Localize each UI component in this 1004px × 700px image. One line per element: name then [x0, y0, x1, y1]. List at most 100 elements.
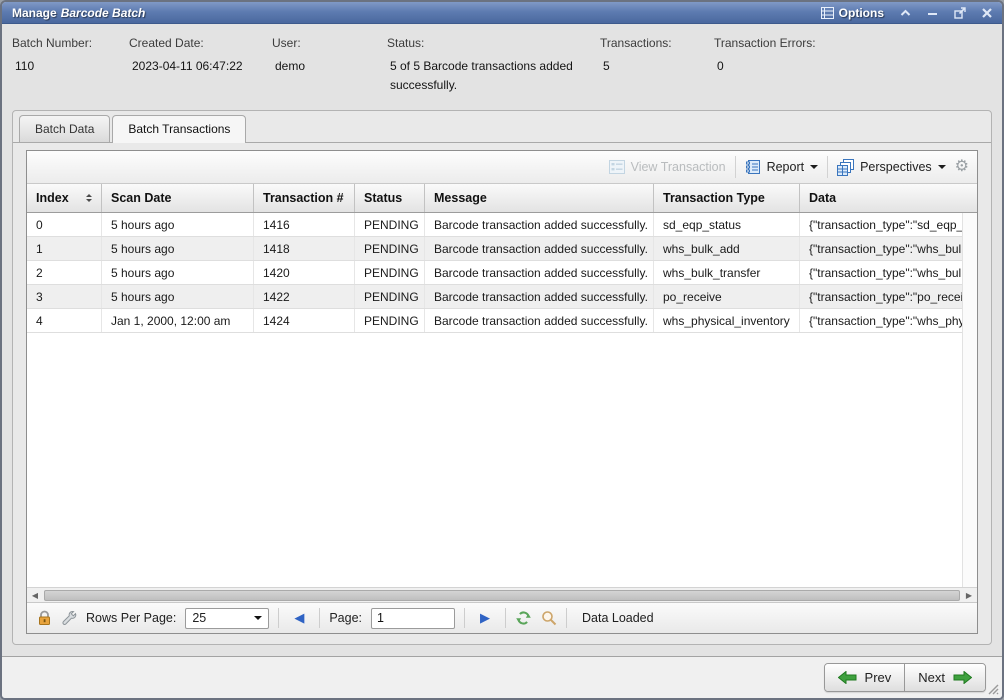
- tab-batch-data[interactable]: Batch Data: [19, 115, 110, 142]
- tab-strip: Batch DataBatch Transactions: [13, 111, 991, 142]
- options-menu-button[interactable]: Options: [821, 6, 884, 20]
- footer-separator: [464, 608, 465, 628]
- table-row[interactable]: 05 hours ago1416PENDINGBarcode transacti…: [27, 213, 962, 237]
- next-arrow-icon: [953, 671, 972, 684]
- table-body: 05 hours ago1416PENDINGBarcode transacti…: [27, 213, 977, 587]
- collapse-button[interactable]: [900, 9, 911, 17]
- rows-per-page-value: 25: [192, 611, 206, 625]
- table-cell: sd_eqp_status: [654, 213, 800, 236]
- report-button[interactable]: Report: [745, 159, 819, 175]
- table-cell: whs_bulk_add: [654, 237, 800, 260]
- table-row[interactable]: 4Jan 1, 2000, 12:00 am1424PENDINGBarcode…: [27, 309, 962, 333]
- next-label: Next: [918, 670, 945, 685]
- vertical-scrollbar[interactable]: [962, 213, 977, 587]
- popout-button[interactable]: [954, 7, 966, 19]
- lock-icon[interactable]: [37, 610, 52, 626]
- header-field-value: demo: [272, 57, 387, 76]
- view-transaction-icon: [609, 160, 625, 174]
- header-field: Batch Number: 110: [12, 36, 129, 110]
- resize-grip[interactable]: [987, 683, 999, 695]
- grid-pagination-bar: Rows Per Page: 25 ◀ Page: ▶: [27, 602, 977, 633]
- column-header-label: Transaction Type: [663, 191, 765, 205]
- header-field-value: 5: [600, 57, 714, 76]
- table-row[interactable]: 25 hours ago1420PENDINGBarcode transacti…: [27, 261, 962, 285]
- header-field: User: demo: [272, 36, 387, 110]
- window-title-emphasis: Barcode Batch: [61, 6, 146, 20]
- table-cell: 4: [27, 309, 102, 332]
- refresh-icon[interactable]: [515, 610, 532, 626]
- table-cell: PENDING: [355, 237, 425, 260]
- footer-separator: [566, 608, 567, 628]
- gear-icon[interactable]: ⚙: [955, 159, 969, 175]
- table-cell: 1424: [254, 309, 355, 332]
- table-cell: po_receive: [654, 285, 800, 308]
- table-row[interactable]: 15 hours ago1418PENDINGBarcode transacti…: [27, 237, 962, 261]
- table-cell: 1418: [254, 237, 355, 260]
- table-cell: 5 hours ago: [102, 261, 254, 284]
- perspectives-icon: [837, 159, 854, 176]
- table-row[interactable]: 35 hours ago1422PENDINGBarcode transacti…: [27, 285, 962, 309]
- minimize-button[interactable]: [927, 9, 938, 17]
- table-body-rows: 05 hours ago1416PENDINGBarcode transacti…: [27, 213, 962, 587]
- header-field-label: Transaction Errors:: [714, 36, 992, 50]
- perspectives-caret-icon: [938, 165, 946, 173]
- table-cell: Barcode transaction added successfully.: [425, 237, 654, 260]
- tab-batch-transactions[interactable]: Batch Transactions: [112, 115, 246, 143]
- horizontal-scrollbar[interactable]: ◀ ▶: [27, 587, 977, 602]
- table-cell: {"transaction_type":"whs_bulk_add: [800, 237, 962, 260]
- footer-separator: [505, 608, 506, 628]
- column-header[interactable]: Scan Date: [102, 184, 254, 212]
- report-label: Report: [767, 160, 805, 174]
- column-header[interactable]: Index: [27, 184, 102, 212]
- wrench-icon[interactable]: [61, 610, 77, 626]
- column-header[interactable]: Transaction #: [254, 184, 355, 212]
- table-cell: 3: [27, 285, 102, 308]
- scroll-left-icon[interactable]: ◀: [27, 591, 43, 600]
- next-page-icon[interactable]: ▶: [474, 610, 496, 626]
- search-icon[interactable]: [541, 610, 557, 626]
- tab-panel: Batch DataBatch Transactions View Trans: [12, 110, 992, 645]
- rows-per-page-select[interactable]: 25: [185, 608, 269, 629]
- column-header[interactable]: Data: [800, 184, 977, 212]
- table-cell: PENDING: [355, 261, 425, 284]
- view-transaction-label: View Transaction: [631, 160, 726, 174]
- view-transaction-button[interactable]: View Transaction: [609, 160, 726, 174]
- column-header-label: Data: [809, 191, 836, 205]
- perspectives-button[interactable]: Perspectives: [837, 159, 946, 176]
- perspectives-label: Perspectives: [860, 160, 932, 174]
- header-field-label: User:: [272, 36, 387, 50]
- popout-icon: [954, 7, 966, 19]
- page-number-input[interactable]: [371, 608, 455, 629]
- table-cell: Barcode transaction added successfully.: [425, 261, 654, 284]
- table-cell: 1422: [254, 285, 355, 308]
- select-chevron-icon: [254, 616, 262, 624]
- transactions-grid: View Transaction Report: [26, 150, 978, 634]
- table-cell: whs_bulk_transfer: [654, 261, 800, 284]
- header-field-value: 2023-04-11 06:47:22: [129, 57, 272, 76]
- table-cell: Barcode transaction added successfully.: [425, 309, 654, 332]
- minimize-icon: [927, 9, 938, 17]
- table-cell: 1416: [254, 213, 355, 236]
- scrollbar-thumb[interactable]: [44, 590, 960, 601]
- previous-page-icon[interactable]: ◀: [288, 610, 310, 626]
- table-cell: {"transaction_type":"po_receive",": [800, 285, 962, 308]
- scroll-right-icon[interactable]: ▶: [961, 591, 977, 600]
- header-field-value: 0: [714, 57, 992, 76]
- prev-next-button-group: Prev Next: [824, 663, 986, 692]
- footer-separator: [319, 608, 320, 628]
- sort-icon[interactable]: [78, 194, 92, 202]
- next-button[interactable]: Next: [904, 664, 985, 691]
- column-header-label: Status: [364, 191, 402, 205]
- header-field-value: 110: [12, 57, 129, 76]
- table-header-row: Index Scan Date Transaction # Status Mes…: [27, 184, 977, 213]
- column-header[interactable]: Transaction Type: [654, 184, 800, 212]
- prev-button[interactable]: Prev: [825, 664, 905, 691]
- table-cell: Barcode transaction added successfully.: [425, 213, 654, 236]
- table-cell: PENDING: [355, 213, 425, 236]
- titlebar[interactable]: ManageBarcode Batch Options: [2, 2, 1002, 24]
- column-header[interactable]: Status: [355, 184, 425, 212]
- options-label: Options: [839, 6, 884, 20]
- manage-barcode-batch-window: ManageBarcode Batch Options: [0, 0, 1004, 700]
- column-header[interactable]: Message: [425, 184, 654, 212]
- close-button[interactable]: [982, 8, 992, 18]
